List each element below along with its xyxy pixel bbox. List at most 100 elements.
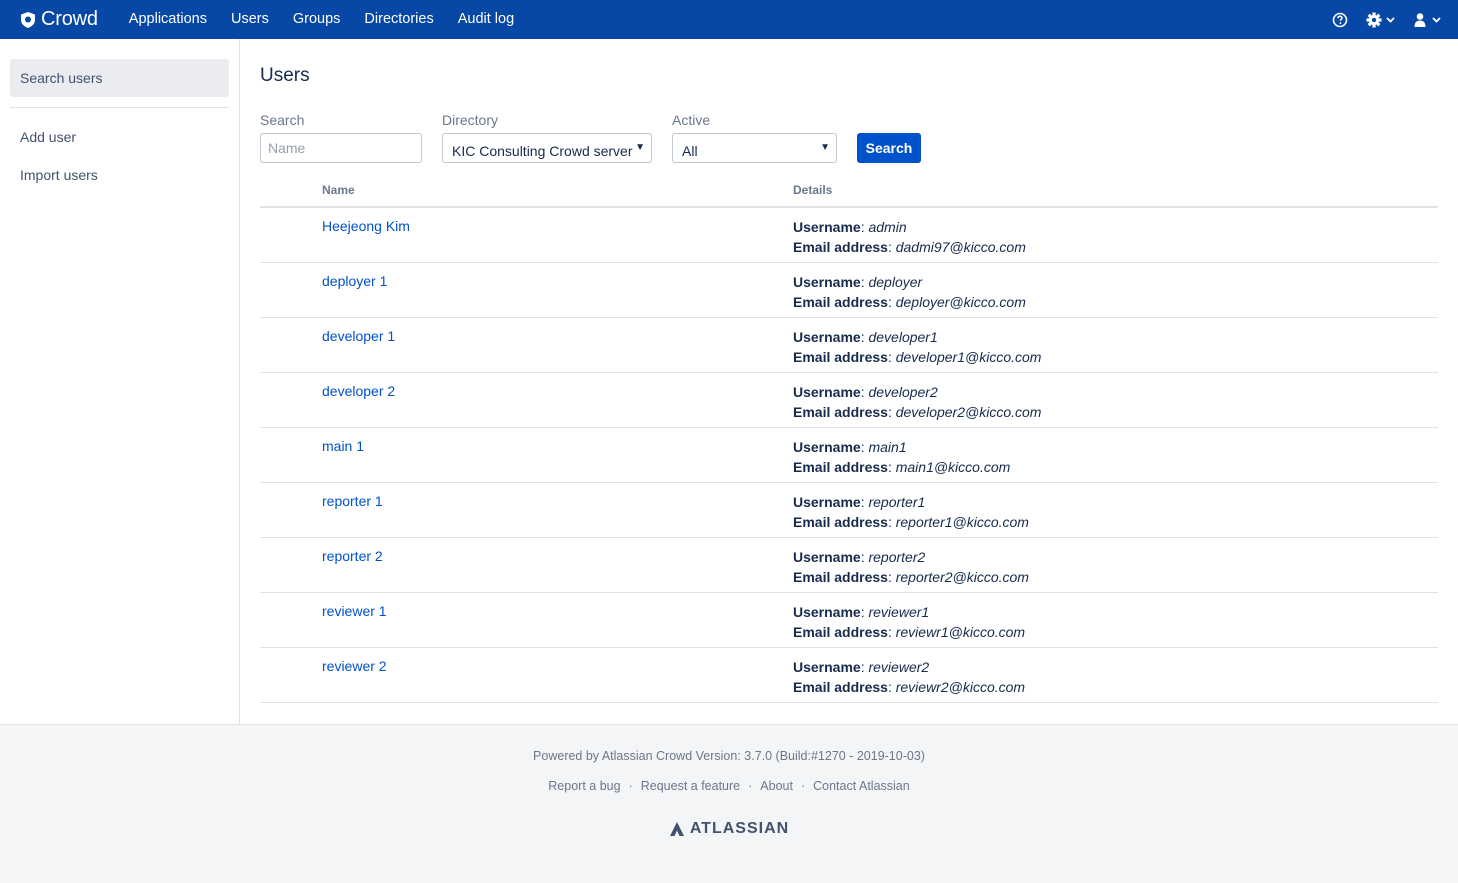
active-label: Active bbox=[672, 112, 711, 128]
users-table: Name Details Heejeong Kim Username: admin… bbox=[260, 182, 1438, 703]
email-label: Email address bbox=[793, 459, 888, 475]
email-line: Email address: reporter2@kicco.com bbox=[793, 569, 1029, 585]
directory-select[interactable]: KIC Consulting Crowd server ▼ bbox=[442, 133, 652, 163]
user-name-link[interactable]: reviewer 2 bbox=[322, 658, 387, 674]
nav-right-icons bbox=[1314, 0, 1444, 39]
table-row: deployer 1 Username: deployer Email addres… bbox=[260, 263, 1438, 318]
table-row: reporter 2 Username: reporter2 Email addre… bbox=[260, 538, 1438, 593]
settings-icon[interactable] bbox=[1366, 12, 1396, 28]
search-label: Search bbox=[260, 112, 305, 128]
user-name-link[interactable]: reviewer 1 bbox=[322, 603, 387, 619]
username-line: Username: main1 bbox=[793, 439, 907, 455]
user-name-link[interactable]: deployer 1 bbox=[322, 273, 387, 289]
report-bug-link[interactable]: Report a bug bbox=[548, 779, 620, 793]
username-label: Username bbox=[793, 659, 861, 675]
email-value: main1@kicco.com bbox=[895, 459, 1011, 475]
help-icon[interactable] bbox=[1332, 12, 1348, 28]
user-details: Username: reviewer2 Email address: review… bbox=[793, 657, 1025, 697]
table-row: reviewer 1 Username: reviewer1 Email addre… bbox=[260, 593, 1438, 648]
username-label: Username bbox=[793, 549, 861, 565]
username-line: Username: admin bbox=[793, 219, 907, 235]
table-row: developer 2 Username: developer2 Email add… bbox=[260, 373, 1438, 428]
email-label: Email address bbox=[793, 349, 888, 365]
user-details: Username: reviewer1 Email address: review… bbox=[793, 602, 1025, 642]
search-button[interactable]: Search bbox=[857, 133, 921, 163]
user-details: Username: developer2 Email address: devel… bbox=[793, 382, 1041, 422]
user-details: Username: reporter1 Email address: report… bbox=[793, 492, 1029, 532]
username-line: Username: developer2 bbox=[793, 384, 938, 400]
username-label: Username bbox=[793, 494, 861, 510]
atlassian-logo[interactable]: ATLASSIAN bbox=[0, 820, 1458, 838]
user-name-link[interactable]: reporter 1 bbox=[322, 493, 383, 509]
username-value: main1 bbox=[868, 439, 907, 455]
active-select[interactable]: All ▼ bbox=[672, 133, 837, 163]
active-select-value: All bbox=[682, 143, 698, 159]
username-line: Username: reviewer1 bbox=[793, 604, 930, 620]
email-line: Email address: reporter1@kicco.com bbox=[793, 514, 1029, 530]
username-value: developer2 bbox=[868, 384, 938, 400]
email-label: Email address bbox=[793, 294, 888, 310]
username-line: Username: developer1 bbox=[793, 329, 938, 345]
user-name-link[interactable]: reporter 2 bbox=[322, 548, 383, 564]
table-row: Heejeong Kim Username: admin Email address… bbox=[260, 208, 1438, 263]
username-line: Username: reporter1 bbox=[793, 494, 926, 510]
email-value: developer2@kicco.com bbox=[895, 404, 1042, 420]
email-line: Email address: reviewr2@kicco.com bbox=[793, 679, 1026, 695]
crowd-logo[interactable]: Crowd bbox=[19, 8, 98, 31]
sidebar-item-add-user[interactable]: Add user bbox=[20, 129, 76, 145]
email-line: Email address: main1@kicco.com bbox=[793, 459, 1011, 475]
nav-audit-log[interactable]: Audit log bbox=[446, 0, 526, 39]
email-label: Email address bbox=[793, 239, 888, 255]
email-line: Email address: reviewr1@kicco.com bbox=[793, 624, 1026, 640]
user-details: Username: reporter2 Email address: report… bbox=[793, 547, 1029, 587]
username-line: Username: reporter2 bbox=[793, 549, 926, 565]
username-label: Username bbox=[793, 384, 861, 400]
nav-groups[interactable]: Groups bbox=[281, 0, 353, 39]
user-name-link[interactable]: Heejeong Kim bbox=[322, 218, 410, 234]
dropdown-arrow-icon: ▼ bbox=[820, 142, 830, 153]
sidebar-item-search-users[interactable]: Search users bbox=[10, 59, 229, 97]
nav-users[interactable]: Users bbox=[219, 0, 281, 39]
email-label: Email address bbox=[793, 679, 888, 695]
email-value: reviewr1@kicco.com bbox=[895, 624, 1026, 640]
sidebar-item-import-users[interactable]: Import users bbox=[20, 167, 98, 183]
request-feature-link[interactable]: Request a feature bbox=[641, 779, 740, 793]
user-details: Username: main1 Email address: main1@kicc… bbox=[793, 437, 1010, 477]
table-row: reporter 1 Username: reporter1 Email addre… bbox=[260, 483, 1438, 538]
powered-by-text: Powered by Atlassian Crowd Version: 3.7.… bbox=[533, 749, 925, 763]
email-value: reporter1@kicco.com bbox=[895, 514, 1029, 530]
atlassian-logo-icon bbox=[669, 822, 684, 836]
email-value: reporter2@kicco.com bbox=[895, 569, 1029, 585]
table-body: Heejeong Kim Username: admin Email address… bbox=[260, 208, 1438, 703]
user-details: Username: deployer Email address: deploye… bbox=[793, 272, 1026, 312]
email-line: Email address: developer2@kicco.com bbox=[793, 404, 1042, 420]
username-label: Username bbox=[793, 219, 861, 235]
table-row: reviewer 2 Username: reviewer2 Email addre… bbox=[260, 648, 1438, 703]
user-details: Username: developer1 Email address: devel… bbox=[793, 327, 1041, 367]
footer-links: Report a bug · Request a feature · About · Con… bbox=[548, 779, 910, 793]
atlassian-wordmark: ATLASSIAN bbox=[689, 820, 790, 837]
nav-applications[interactable]: Applications bbox=[117, 0, 219, 39]
top-navigation-bar: Crowd Applications Users Groups Director… bbox=[0, 0, 1458, 39]
user-name-link[interactable]: developer 2 bbox=[322, 383, 395, 399]
user-name-link[interactable]: main 1 bbox=[322, 438, 364, 454]
nav-directories[interactable]: Directories bbox=[352, 0, 445, 39]
email-value: dadmi97@kicco.com bbox=[895, 239, 1026, 255]
contact-atlassian-link[interactable]: Contact Atlassian bbox=[813, 779, 910, 793]
username-value: admin bbox=[868, 219, 907, 235]
email-label: Email address bbox=[793, 624, 888, 640]
email-label: Email address bbox=[793, 514, 888, 530]
sidebar-divider bbox=[10, 107, 229, 108]
username-label: Username bbox=[793, 604, 861, 620]
username-label: Username bbox=[793, 439, 861, 455]
about-link[interactable]: About bbox=[760, 779, 793, 793]
search-input[interactable] bbox=[260, 133, 422, 163]
user-name-link[interactable]: developer 1 bbox=[322, 328, 395, 344]
dropdown-arrow-icon: ▼ bbox=[635, 142, 645, 153]
username-value: deployer bbox=[868, 274, 923, 290]
email-label: Email address bbox=[793, 569, 888, 585]
sidebar: Search users Add user Import users bbox=[0, 39, 240, 725]
user-icon[interactable] bbox=[1414, 12, 1444, 28]
page-title: Users bbox=[260, 65, 310, 86]
email-label: Email address bbox=[793, 404, 888, 420]
